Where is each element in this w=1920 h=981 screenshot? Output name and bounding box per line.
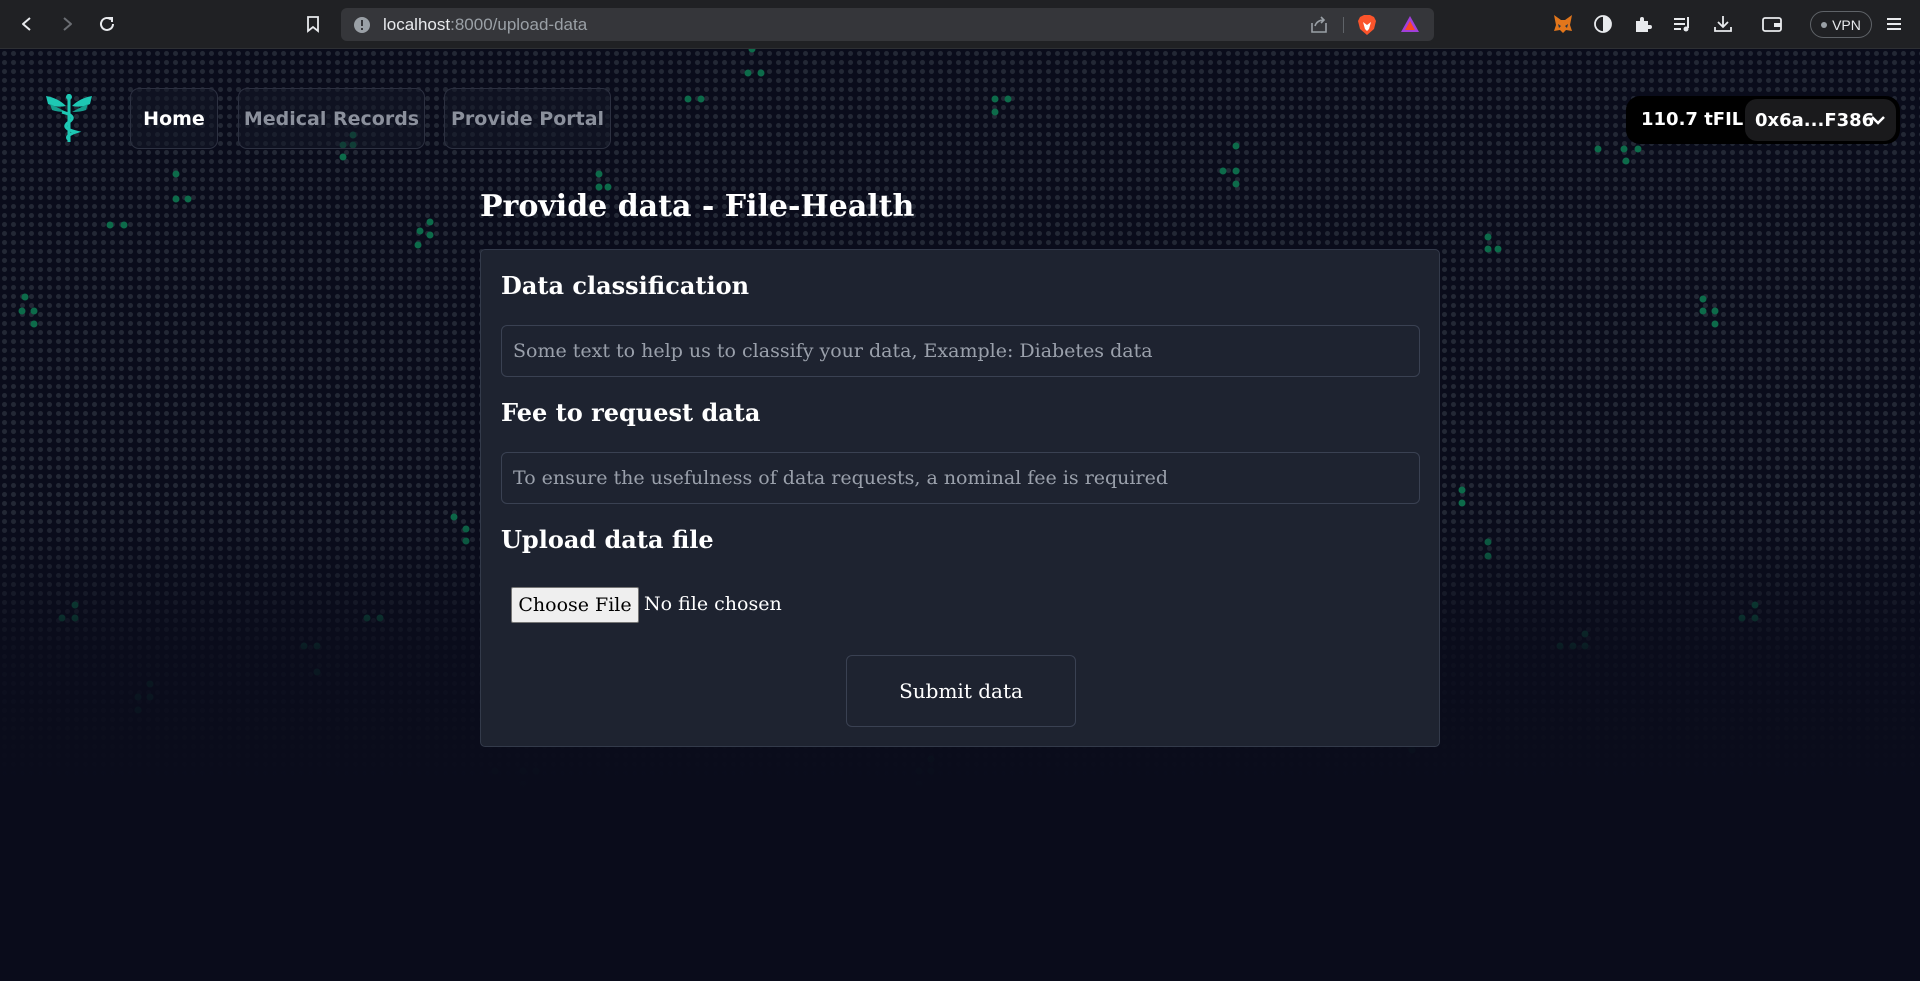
wallet-balance: 110.7 tFIL (1641, 109, 1744, 130)
wallet-address-button[interactable]: 0x6a...F386 (1745, 99, 1896, 141)
back-icon[interactable] (15, 12, 39, 36)
menu-icon[interactable] (1882, 12, 1906, 36)
nav-medical-records[interactable]: Medical Records (238, 88, 425, 149)
brave-rewards-icon[interactable] (1400, 15, 1420, 37)
brave-shield-icon[interactable] (1357, 14, 1377, 40)
chevron-down-icon (1870, 112, 1886, 133)
address-bar[interactable]: localhost:8000/upload-data (341, 8, 1434, 41)
bookmark-icon[interactable] (301, 12, 325, 36)
nav-provide-portal[interactable]: Provide Portal (444, 88, 611, 149)
fee-label: Fee to request data (501, 398, 761, 427)
reload-icon[interactable] (95, 12, 119, 36)
forward-icon[interactable] (55, 12, 79, 36)
extension-icon[interactable] (1591, 12, 1615, 36)
nav-home[interactable]: Home (130, 88, 218, 149)
vpn-status-dot (1821, 21, 1828, 28)
app-page: Home Medical Records Provide Portal 110.… (0, 49, 1920, 981)
page-title: Provide data - File-Health (480, 189, 915, 224)
wallet-address: 0x6a...F386 (1755, 109, 1875, 131)
submit-button[interactable]: Submit data (846, 655, 1076, 727)
app-logo[interactable] (44, 90, 94, 146)
url-divider (1343, 17, 1344, 33)
metamask-icon[interactable] (1551, 12, 1575, 36)
fee-input[interactable] (501, 452, 1420, 504)
download-icon[interactable] (1711, 12, 1735, 36)
vpn-label: VPN (1832, 16, 1861, 33)
vpn-button[interactable]: VPN (1810, 11, 1872, 38)
classification-input[interactable] (501, 325, 1420, 377)
file-status-text: No file chosen (644, 593, 782, 615)
wallet-icon[interactable] (1760, 12, 1784, 36)
choose-file-button[interactable]: Choose File (511, 587, 639, 623)
browser-toolbar: localhost:8000/upload-data VPN (0, 0, 1920, 49)
wallet-widget[interactable]: 110.7 tFIL 0x6a...F386 (1626, 96, 1900, 144)
url-text: localhost:8000/upload-data (383, 15, 588, 34)
puzzle-icon[interactable] (1631, 12, 1655, 36)
upload-form: Data classification Fee to request data … (480, 249, 1440, 747)
share-icon[interactable] (1309, 15, 1329, 39)
classification-label: Data classification (501, 271, 750, 300)
upload-label: Upload data file (501, 525, 714, 554)
site-info-icon[interactable] (353, 16, 371, 38)
playlist-icon[interactable] (1671, 12, 1695, 36)
